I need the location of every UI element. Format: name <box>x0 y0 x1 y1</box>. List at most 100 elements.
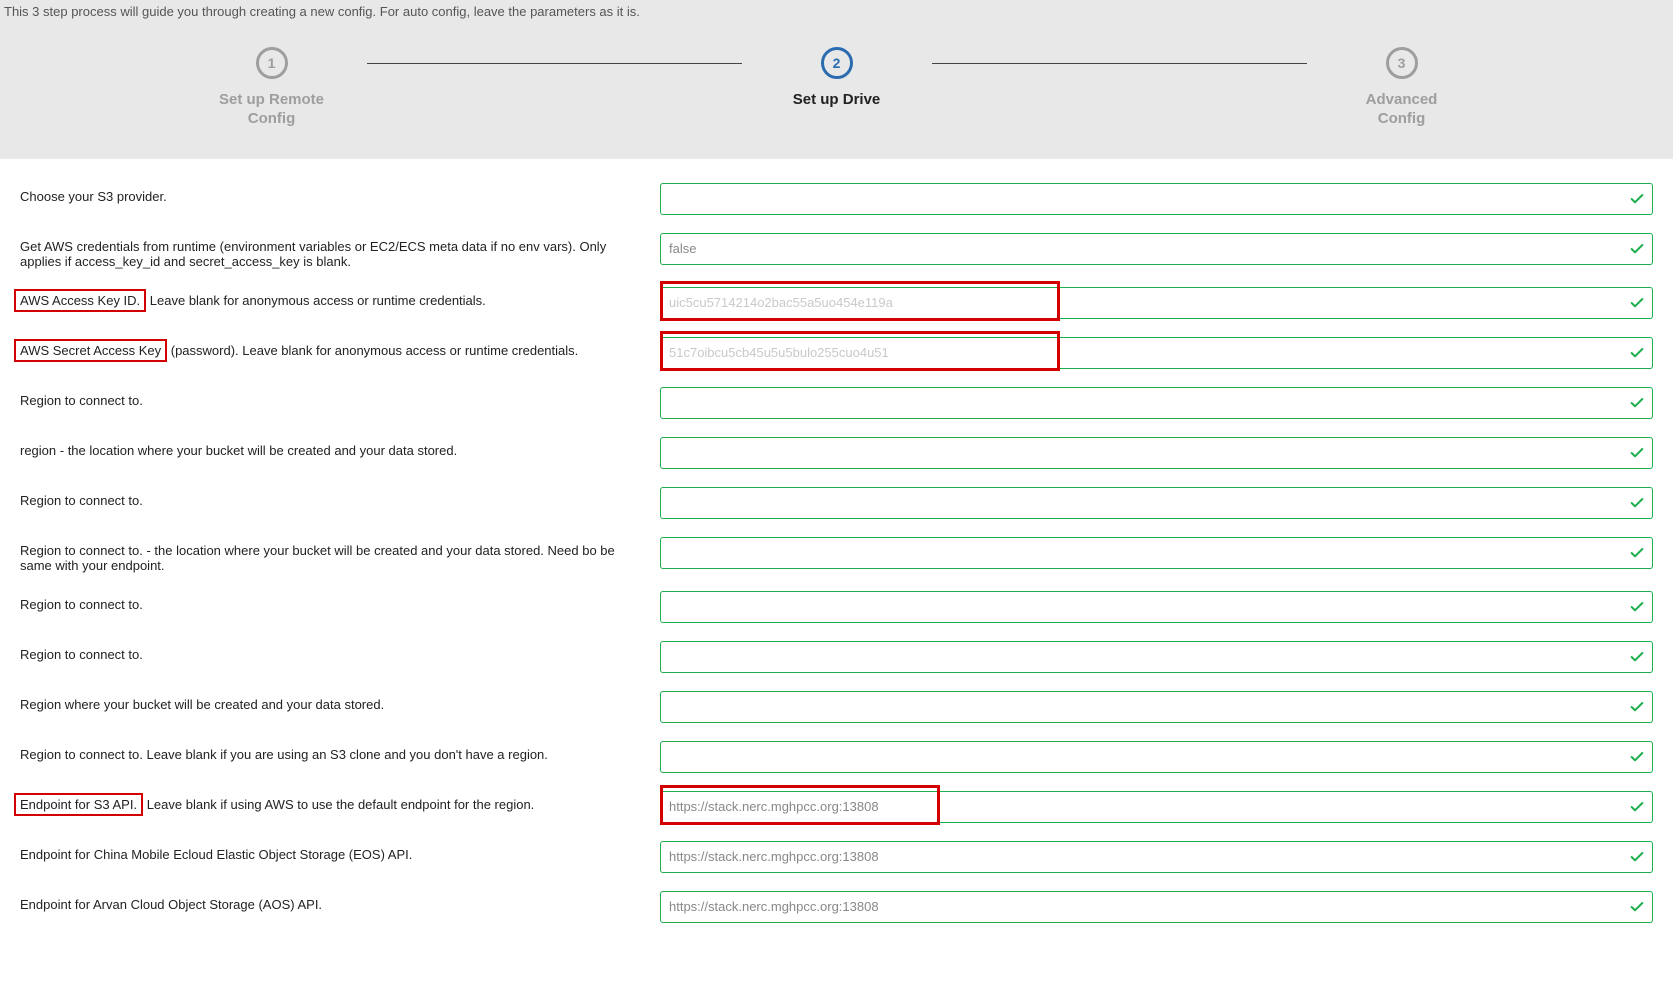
field-input[interactable] <box>660 791 1653 823</box>
stepper: 1 Set up RemoteConfig 2Set up Drive 3Advanc… <box>0 37 1673 159</box>
step-label: Set up RemoteConfig <box>219 91 324 129</box>
field-label: Region to connect to. <box>20 641 660 662</box>
field-input[interactable] <box>660 233 1653 265</box>
field-label: AWS Access Key ID. Leave blank for anony… <box>20 287 660 308</box>
field-input-cell <box>660 183 1653 215</box>
step-3[interactable]: 3AdvancedConfig <box>1307 47 1497 129</box>
field-label: Region to connect to. <box>20 591 660 612</box>
form-row: region - the location where your bucket … <box>20 437 1653 469</box>
field-input-cell <box>660 591 1653 623</box>
field-label-text: Get AWS credentials from runtime (enviro… <box>20 239 606 269</box>
field-input-cell <box>660 641 1653 673</box>
field-label-rest: Leave blank if using AWS to use the defa… <box>143 797 534 812</box>
field-label-head: AWS Access Key ID. <box>14 289 146 312</box>
field-input-cell <box>660 741 1653 773</box>
field-label: Choose your S3 provider. <box>20 183 660 204</box>
step-1[interactable]: 1 Set up RemoteConfig <box>177 47 367 129</box>
field-label-head: AWS Secret Access Key <box>14 339 167 362</box>
field-input-cell <box>660 233 1653 265</box>
field-input-cell <box>660 487 1653 519</box>
field-label-text: Region to connect to. Leave blank if you… <box>20 747 548 762</box>
field-input-cell <box>660 437 1653 469</box>
form-row: Region to connect to. <box>20 591 1653 623</box>
check-icon <box>1629 445 1645 461</box>
form-row: Choose your S3 provider. <box>20 183 1653 215</box>
check-icon <box>1629 241 1645 257</box>
field-label-text: Endpoint for China Mobile Ecloud Elastic… <box>20 847 412 862</box>
intro-text: This 3 step process will guide you throu… <box>0 0 1673 37</box>
check-icon <box>1629 699 1645 715</box>
field-label: AWS Secret Access Key (password). Leave … <box>20 337 660 358</box>
field-input[interactable] <box>660 691 1653 723</box>
form-row: Region where your bucket will be created… <box>20 691 1653 723</box>
field-input[interactable] <box>660 387 1653 419</box>
field-label-text: Region to connect to. <box>20 493 143 508</box>
field-label-text: Region to connect to. - the location whe… <box>20 543 615 573</box>
field-label: Region where your bucket will be created… <box>20 691 660 712</box>
check-icon <box>1629 799 1645 815</box>
field-label-text: region - the location where your bucket … <box>20 443 457 458</box>
check-icon <box>1629 899 1645 915</box>
field-input-cell <box>660 287 1653 319</box>
field-label: Region to connect to. Leave blank if you… <box>20 741 660 762</box>
check-icon <box>1629 545 1645 561</box>
form-row: Endpoint for S3 API. Leave blank if usin… <box>20 791 1653 823</box>
field-input-cell <box>660 841 1653 873</box>
step-circle: 3 <box>1386 47 1418 79</box>
field-input-cell <box>660 537 1653 569</box>
form-row: Endpoint for Arvan Cloud Object Storage … <box>20 891 1653 923</box>
step-connector <box>932 63 1307 64</box>
form-row: Get AWS credentials from runtime (enviro… <box>20 233 1653 269</box>
form-row: Region to connect to. <box>20 641 1653 673</box>
field-input[interactable] <box>660 741 1653 773</box>
form-area: Choose your S3 provider. Get AWS credenti… <box>0 159 1673 981</box>
field-input[interactable] <box>660 183 1653 215</box>
field-input[interactable] <box>660 591 1653 623</box>
check-icon <box>1629 495 1645 511</box>
field-label: Region to connect to. <box>20 487 660 508</box>
form-row: Region to connect to. <box>20 487 1653 519</box>
step-circle: 2 <box>821 47 853 79</box>
step-2[interactable]: 2Set up Drive <box>742 47 932 110</box>
field-label: Region to connect to. - the location whe… <box>20 537 660 573</box>
check-icon <box>1629 345 1645 361</box>
field-input-cell <box>660 791 1653 823</box>
field-input-cell <box>660 891 1653 923</box>
field-label: Endpoint for China Mobile Ecloud Elastic… <box>20 841 660 862</box>
field-input[interactable] <box>660 841 1653 873</box>
field-input-cell <box>660 691 1653 723</box>
form-row: Endpoint for China Mobile Ecloud Elastic… <box>20 841 1653 873</box>
form-row: Region to connect to. Leave blank if you… <box>20 741 1653 773</box>
field-label: Region to connect to. <box>20 387 660 408</box>
field-input[interactable] <box>660 437 1653 469</box>
check-icon <box>1629 749 1645 765</box>
field-input[interactable] <box>660 891 1653 923</box>
field-label-text: Endpoint for Arvan Cloud Object Storage … <box>20 897 322 912</box>
field-input[interactable] <box>660 337 1653 369</box>
field-input[interactable] <box>660 537 1653 569</box>
field-label-text: Region to connect to. <box>20 647 143 662</box>
field-input[interactable] <box>660 641 1653 673</box>
field-label: region - the location where your bucket … <box>20 437 660 458</box>
form-row: Region to connect to. <box>20 387 1653 419</box>
check-icon <box>1629 599 1645 615</box>
check-icon <box>1629 395 1645 411</box>
check-icon <box>1629 191 1645 207</box>
field-label-text: Choose your S3 provider. <box>20 189 167 204</box>
field-input[interactable] <box>660 287 1653 319</box>
field-label-text: Region where your bucket will be created… <box>20 697 384 712</box>
field-label-rest: Leave blank for anonymous access or runt… <box>146 293 486 308</box>
field-label: Get AWS credentials from runtime (enviro… <box>20 233 660 269</box>
step-circle: 1 <box>256 47 288 79</box>
field-label: Endpoint for S3 API. Leave blank if usin… <box>20 791 660 812</box>
form-row: Region to connect to. - the location whe… <box>20 537 1653 573</box>
check-icon <box>1629 295 1645 311</box>
check-icon <box>1629 849 1645 865</box>
field-label-rest: (password). Leave blank for anonymous ac… <box>167 343 578 358</box>
field-label-text: Region to connect to. <box>20 597 143 612</box>
field-input[interactable] <box>660 487 1653 519</box>
step-connector <box>367 63 742 64</box>
form-row: AWS Access Key ID. Leave blank for anony… <box>20 287 1653 319</box>
field-label-text: Region to connect to. <box>20 393 143 408</box>
field-input-cell <box>660 387 1653 419</box>
